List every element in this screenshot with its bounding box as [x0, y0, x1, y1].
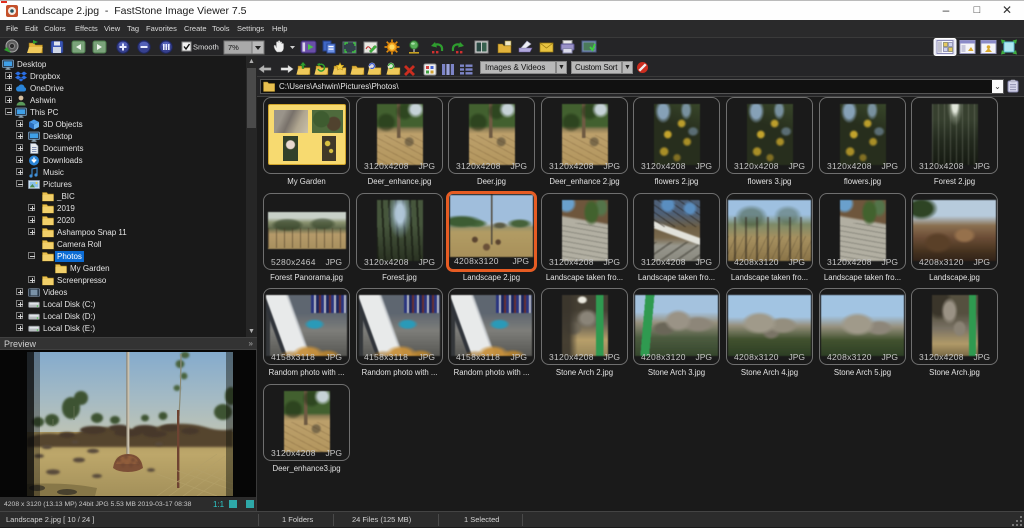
svg-text:7%: 7% — [228, 43, 239, 52]
svg-text:Smooth: Smooth — [193, 43, 219, 52]
